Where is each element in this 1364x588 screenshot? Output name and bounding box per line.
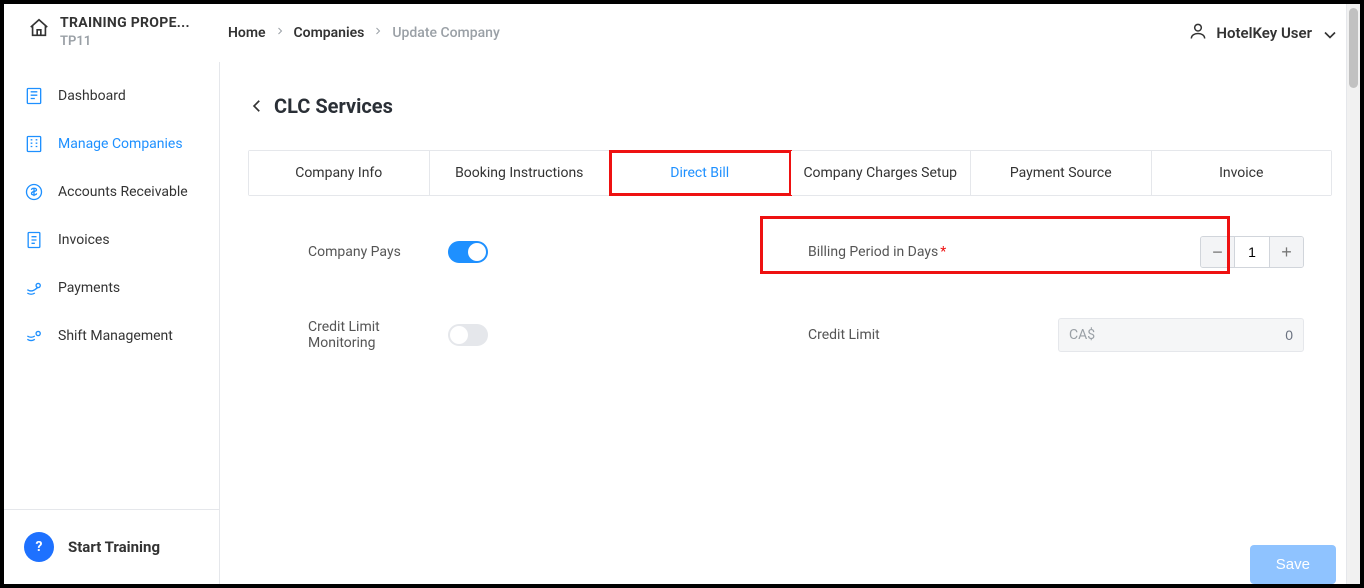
credit-limit-label: Credit Limit xyxy=(808,327,880,343)
billing-period-increment-button[interactable]: + xyxy=(1269,237,1303,267)
user-icon xyxy=(1188,21,1208,45)
home-building-icon xyxy=(28,17,50,39)
sidebar-footer: ? Start Training xyxy=(4,509,219,584)
brand-title: TRAINING PROPE... xyxy=(60,15,190,32)
required-star-icon: * xyxy=(940,244,946,260)
tab-company-info[interactable]: Company Info xyxy=(249,151,430,195)
accounts-receivable-icon xyxy=(24,182,44,202)
sidebar-item-manage-companies[interactable]: Manage Companies xyxy=(12,120,211,168)
brand: TRAINING PROPE... TP11 xyxy=(28,15,228,49)
sidebar-item-shift-management[interactable]: Shift Management xyxy=(12,312,211,360)
companies-icon xyxy=(24,134,44,154)
shift-management-icon xyxy=(24,326,44,346)
dashboard-icon xyxy=(24,86,44,106)
user-menu[interactable]: HotelKey User xyxy=(1188,21,1336,45)
billing-period-label: Billing Period in Days* xyxy=(808,244,946,260)
help-badge-icon[interactable]: ? xyxy=(24,532,54,562)
credit-limit-monitoring-label: Credit Limit Monitoring xyxy=(248,319,448,351)
breadcrumb-companies[interactable]: Companies xyxy=(294,25,365,41)
save-button[interactable]: Save xyxy=(1250,545,1336,584)
tab-booking-instructions[interactable]: Booking Instructions xyxy=(430,151,611,195)
credit-limit-input xyxy=(1095,327,1293,343)
tab-payment-source[interactable]: Payment Source xyxy=(971,151,1152,195)
start-training-button[interactable]: Start Training xyxy=(68,538,160,556)
breadcrumb: Home Companies Update Company xyxy=(228,25,500,41)
sidebar-item-dashboard[interactable]: Dashboard xyxy=(12,72,211,120)
credit-limit-currency-prefix: CA$ xyxy=(1069,327,1095,343)
brand-sub: TP11 xyxy=(60,34,190,50)
payments-icon xyxy=(24,278,44,298)
sidebar-item-label: Manage Companies xyxy=(58,136,183,152)
tab-direct-bill[interactable]: Direct Bill xyxy=(610,151,791,195)
sidebar-item-label: Shift Management xyxy=(58,328,173,344)
tabs: Company Info Booking Instructions Direct… xyxy=(248,150,1332,196)
user-name: HotelKey User xyxy=(1216,24,1312,42)
breadcrumb-home[interactable]: Home xyxy=(228,25,266,41)
sidebar-item-label: Accounts Receivable xyxy=(58,184,188,200)
page-title: CLC Services xyxy=(274,94,393,118)
sidebar-item-invoices[interactable]: Invoices xyxy=(12,216,211,264)
sidebar-item-label: Dashboard xyxy=(58,88,126,104)
company-pays-label: Company Pays xyxy=(248,244,448,260)
sidebar-item-payments[interactable]: Payments xyxy=(12,264,211,312)
billing-period-stepper: − + xyxy=(1200,236,1304,268)
chevron-down-icon xyxy=(1320,25,1336,41)
sidebar-item-accounts-receivable[interactable]: Accounts Receivable xyxy=(12,168,211,216)
sidebar-item-label: Invoices xyxy=(58,232,110,248)
billing-period-decrement-button[interactable]: − xyxy=(1201,237,1235,267)
billing-period-input[interactable] xyxy=(1235,237,1269,267)
main: CLC Services Company Info Booking Instru… xyxy=(220,62,1360,584)
back-button[interactable] xyxy=(248,97,266,115)
sidebar: Dashboard Manage Companies Accounts Rece… xyxy=(4,62,220,584)
company-pays-toggle[interactable] xyxy=(448,241,488,263)
chevron-right-icon xyxy=(274,25,286,41)
invoices-icon xyxy=(24,230,44,250)
chevron-right-icon xyxy=(372,25,384,41)
topbar: TRAINING PROPE... TP11 Home Companies Up… xyxy=(4,4,1360,62)
credit-limit-field[interactable]: CA$ xyxy=(1058,318,1304,352)
tab-invoice[interactable]: Invoice xyxy=(1152,151,1332,195)
sidebar-item-label: Payments xyxy=(58,280,120,296)
credit-limit-monitoring-toggle[interactable] xyxy=(448,324,488,346)
breadcrumb-current: Update Company xyxy=(392,25,499,41)
tab-company-charges-setup[interactable]: Company Charges Setup xyxy=(791,151,972,195)
